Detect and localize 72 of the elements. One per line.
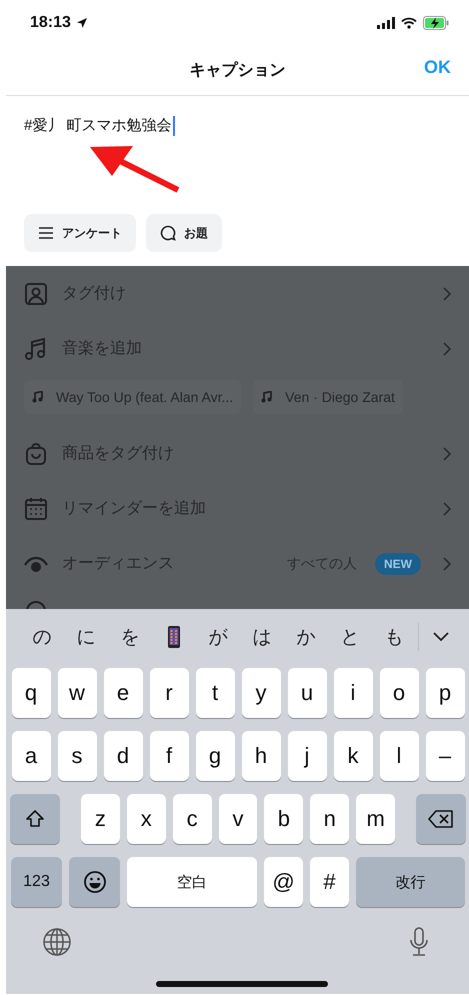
key[interactable]: w xyxy=(58,668,96,718)
clock-time: 18:13 xyxy=(30,14,71,32)
numbers-key[interactable]: 123 xyxy=(11,857,62,907)
location-arrow-icon xyxy=(76,16,88,28)
caption-chip[interactable]: アンケート xyxy=(24,214,136,252)
key[interactable]: s xyxy=(58,731,96,781)
chevron-down-icon[interactable] xyxy=(433,632,449,642)
key[interactable]: # xyxy=(310,857,349,907)
key[interactable]: p xyxy=(426,668,464,718)
key[interactable]: r xyxy=(150,668,188,718)
key[interactable]: m xyxy=(356,794,396,844)
candidate-word[interactable]: を xyxy=(108,624,152,650)
key[interactable]: z xyxy=(80,794,120,844)
chevron-right-icon xyxy=(443,502,451,516)
space-key[interactable]: 空白 xyxy=(127,857,257,907)
chevron-right-icon xyxy=(443,342,451,356)
list-icon xyxy=(38,227,54,239)
battery-charging-icon xyxy=(423,16,449,30)
calendar-icon xyxy=(24,496,48,520)
candidate-word[interactable]: の xyxy=(20,624,64,650)
speech-bubble-icon xyxy=(160,225,176,241)
key[interactable]: q xyxy=(12,668,50,718)
microphone-icon[interactable] xyxy=(409,927,429,957)
return-key[interactable]: 改行 xyxy=(356,857,465,907)
key[interactable]: a xyxy=(12,731,50,781)
key[interactable]: o xyxy=(380,668,418,718)
candidate-word[interactable]: か xyxy=(284,624,328,650)
chevron-right-icon xyxy=(443,446,451,460)
key[interactable]: – xyxy=(426,731,464,781)
key[interactable]: c xyxy=(172,794,212,844)
key[interactable]: @ xyxy=(264,857,303,907)
key[interactable]: d xyxy=(104,731,142,781)
candidate-word[interactable]: と xyxy=(328,624,372,650)
smiley-icon xyxy=(82,870,106,894)
key[interactable]: i xyxy=(334,668,372,718)
key[interactable]: y xyxy=(242,668,280,718)
candidate-word[interactable]: に xyxy=(64,624,108,650)
signal-icon xyxy=(377,16,395,28)
globe-icon[interactable] xyxy=(42,927,72,957)
candidate-word[interactable]: が xyxy=(196,624,240,650)
caption-field[interactable]: #愛丿 町スマホ勉強会 xyxy=(24,116,175,136)
music-note-icon xyxy=(32,391,44,403)
chevron-right-icon xyxy=(443,286,451,300)
candidate-word[interactable]: は xyxy=(240,624,284,650)
candidate-word[interactable]: も xyxy=(372,624,416,650)
music-note-icon xyxy=(261,391,274,403)
key[interactable]: t xyxy=(196,668,234,718)
key[interactable]: f xyxy=(150,731,188,781)
shift-key[interactable] xyxy=(10,794,60,844)
key[interactable]: v xyxy=(218,794,258,844)
emoji-key[interactable] xyxy=(69,857,120,907)
key[interactable]: h xyxy=(242,731,280,781)
delete-key[interactable] xyxy=(416,794,466,844)
key[interactable]: b xyxy=(264,794,304,844)
key[interactable]: x xyxy=(126,794,166,844)
mobile-phone-icon[interactable] xyxy=(168,626,180,648)
screen-title: キャプション xyxy=(190,60,286,80)
key[interactable]: g xyxy=(196,731,234,781)
key[interactable]: k xyxy=(334,731,372,781)
key[interactable]: l xyxy=(380,731,418,781)
backspace-icon xyxy=(428,810,454,828)
person-tag-icon xyxy=(24,282,48,306)
key[interactable]: u xyxy=(288,668,326,718)
key[interactable]: n xyxy=(310,794,350,844)
wifi-icon xyxy=(401,16,417,28)
shopping-bag-icon xyxy=(24,442,48,466)
music-note-icon xyxy=(24,336,48,360)
key[interactable]: e xyxy=(104,668,142,718)
caption-chip[interactable]: お題 xyxy=(146,214,222,252)
shift-arrow-icon xyxy=(24,809,45,829)
chevron-right-icon xyxy=(443,556,451,570)
key[interactable]: j xyxy=(288,731,326,781)
